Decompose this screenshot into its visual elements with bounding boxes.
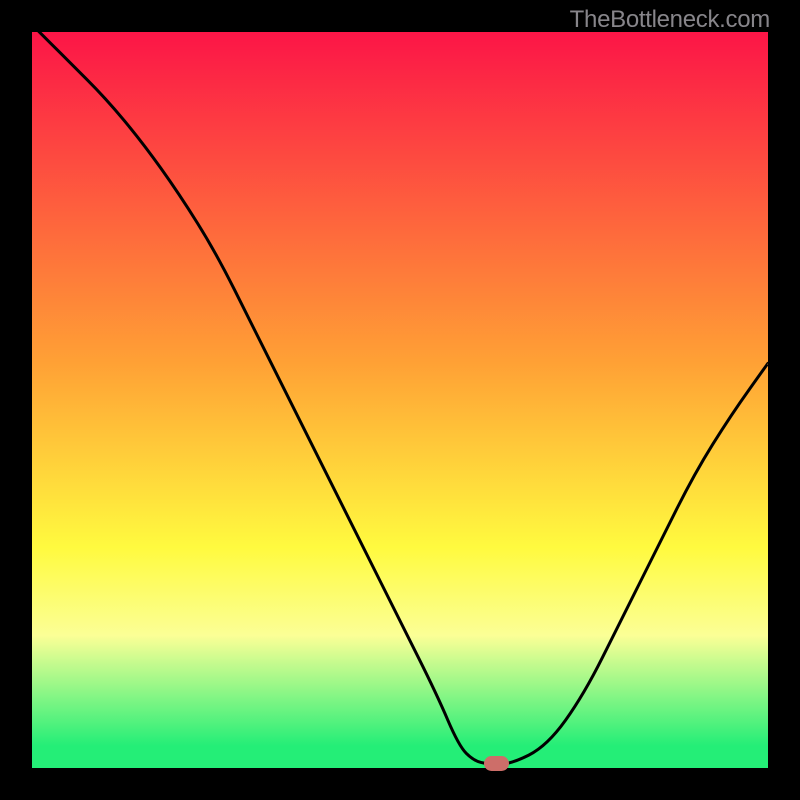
watermark-text: TheBottleneck.com [570,6,770,34]
chart-frame: TheBottleneck.com [0,0,800,800]
optimal-marker [484,756,509,771]
bottleneck-chart [32,32,768,768]
